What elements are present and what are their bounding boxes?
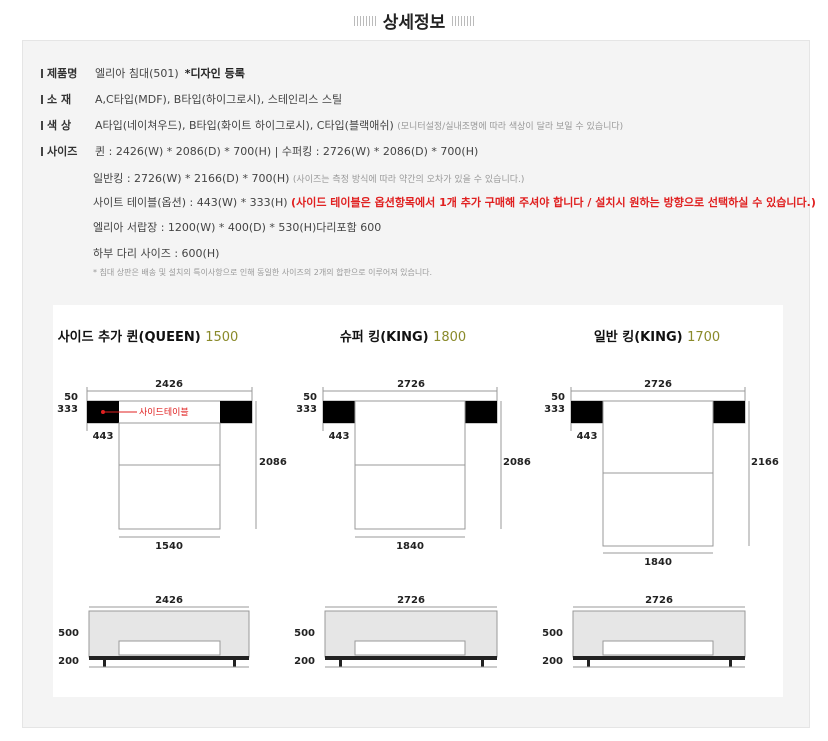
section-title: 상세정보 [382, 13, 446, 33]
dim-inner: 1840 [396, 541, 424, 552]
diagram-title: 슈퍼 킹(KING) 1800 [340, 330, 466, 345]
dim-inner: 1540 [155, 541, 183, 552]
dim-table-w: 443 [93, 431, 114, 442]
size-diagrams: 사이드 추가 퀸(QUEEN) 1500 2426 50 333 사이드테이블 [57, 329, 779, 668]
divider-right [452, 15, 475, 26]
dim-top: 50 [303, 392, 317, 403]
side-table-label: 사이드테이블 [139, 407, 189, 418]
dim-inner: 1840 [644, 557, 672, 568]
front-dim-h: 500 [542, 628, 563, 639]
front-dim-leg: 200 [542, 656, 563, 667]
diagram-super-king: 슈퍼 킹(KING) 1800 2726 50 333 443 2086 184… [294, 330, 531, 668]
front-dim-width: 2726 [397, 595, 425, 606]
size-diagram-canvas: 사이드 추가 퀸(QUEEN) 1500 2426 50 333 사이드테이블 [53, 305, 783, 697]
front-dim-leg: 200 [58, 656, 79, 667]
diagram-queen: 사이드 추가 퀸(QUEEN) 1500 2426 50 333 사이드테이블 [57, 329, 287, 668]
front-dim-width: 2426 [155, 595, 183, 606]
spec-material: 소 재 A,C타입(MDF), B타입(하이그로시), 스테인리스 스틸 [41, 91, 342, 107]
dim-table-h: 333 [57, 404, 78, 415]
spec-footnote: * 침대 상판은 배송 및 설치의 특이사항으로 인해 동일한 사이즈의 2개의… [93, 268, 433, 277]
diagram-title: 사이드 추가 퀸(QUEEN) 1500 [58, 329, 239, 345]
dim-depth: 2166 [751, 457, 779, 468]
dim-depth: 2086 [259, 457, 287, 468]
dim-depth: 2086 [503, 457, 531, 468]
dim-table-h: 333 [296, 404, 317, 415]
front-dim-width: 2726 [645, 595, 673, 606]
spec-color: 색 상 A타입(네이쳐우드), B타입(화이트 하이그로시), C타입(블랙애쉬)… [41, 117, 623, 133]
spec-name: 제품명 엘리아 침대(501) *디자인 등록 [41, 65, 245, 81]
detail-panel: 제품명 엘리아 침대(501) *디자인 등록 소 재 A,C타입(MDF), B타입… [22, 40, 816, 728]
front-dim-h: 500 [294, 628, 315, 639]
diagram-title: 일반 킹(KING) 1700 [594, 329, 720, 345]
section-header: 상세정보 [0, 8, 828, 33]
diagram-king: 일반 킹(KING) 1700 2726 50 333 443 2166 184… [542, 329, 779, 668]
divider-left [353, 15, 376, 26]
dim-width: 2726 [644, 379, 672, 390]
front-dim-leg: 200 [294, 656, 315, 667]
spec-size-line2: 일반킹 : 2726(W) * 2166(D) * 700(H) (사이즈는 측… [93, 172, 525, 185]
spec-size: 사이즈 퀸 : 2426(W) * 2086(D) * 700(H) | 수퍼킹 … [41, 143, 478, 159]
dim-top: 50 [64, 392, 78, 403]
dim-table-w: 443 [329, 431, 350, 442]
spec-size-line3: 사이트 테이블(옵션) : 443(W) * 333(H) (사이드 테이블은 … [93, 196, 816, 209]
dim-width: 2726 [397, 379, 425, 390]
front-dim-h: 500 [58, 628, 79, 639]
spec-size-line5: 하부 다리 사이즈 : 600(H) [93, 247, 220, 260]
dim-table-h: 333 [544, 404, 565, 415]
dim-width: 2426 [155, 379, 183, 390]
spec-size-line4: 엘리아 서랍장 : 1200(W) * 400(D) * 530(H)다리포함 … [93, 221, 382, 234]
dim-top: 50 [551, 392, 565, 403]
dim-table-w: 443 [577, 431, 598, 442]
